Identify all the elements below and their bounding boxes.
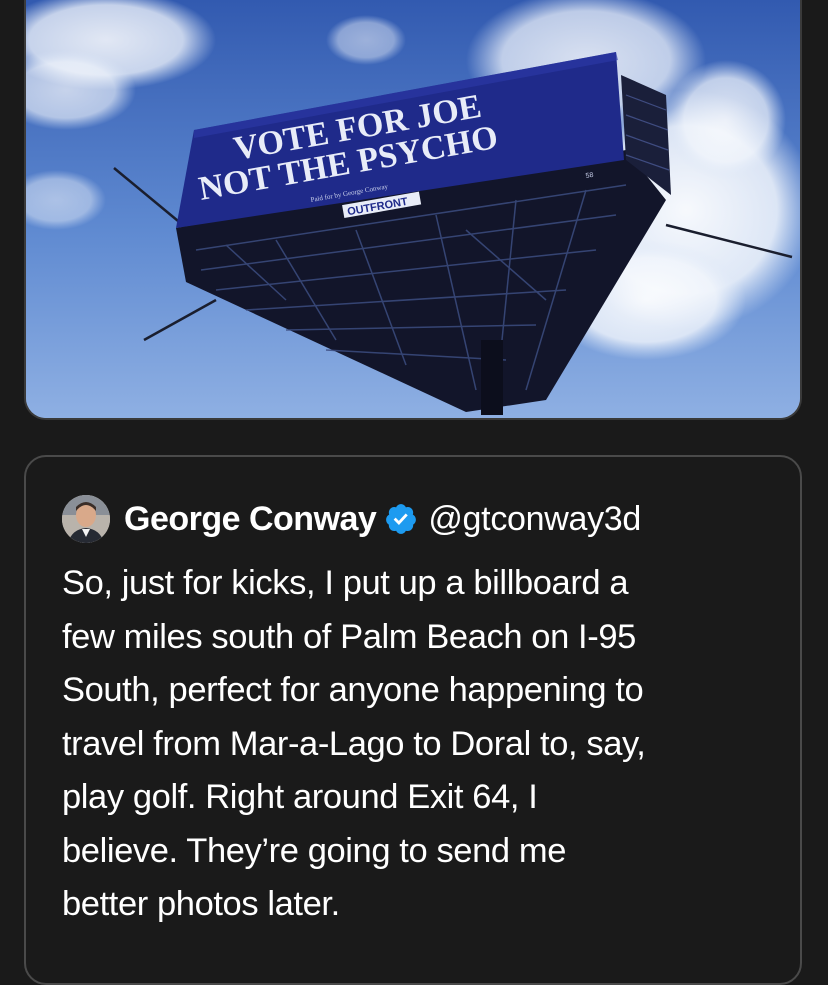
- author-name[interactable]: George Conway: [124, 500, 377, 539]
- author-handle[interactable]: @gtconway3d: [428, 500, 641, 539]
- verified-badge-icon: [386, 504, 417, 534]
- quoted-tweet-card[interactable]: George Conway @gtconway3d So, just for k…: [24, 455, 802, 985]
- tweet-text: So, just for kicks, I put up a billboard…: [62, 564, 646, 923]
- avatar[interactable]: [62, 495, 110, 543]
- billboard-photo[interactable]: VOTE FOR JOE NOT THE PSYCHO Paid for by …: [24, 0, 802, 420]
- tweet-header: George Conway @gtconway3d: [62, 491, 641, 547]
- avatar-image: [62, 495, 110, 543]
- billboard-panel-number: 58: [585, 172, 594, 180]
- billboard-photo-svg: VOTE FOR JOE NOT THE PSYCHO Paid for by …: [26, 0, 800, 418]
